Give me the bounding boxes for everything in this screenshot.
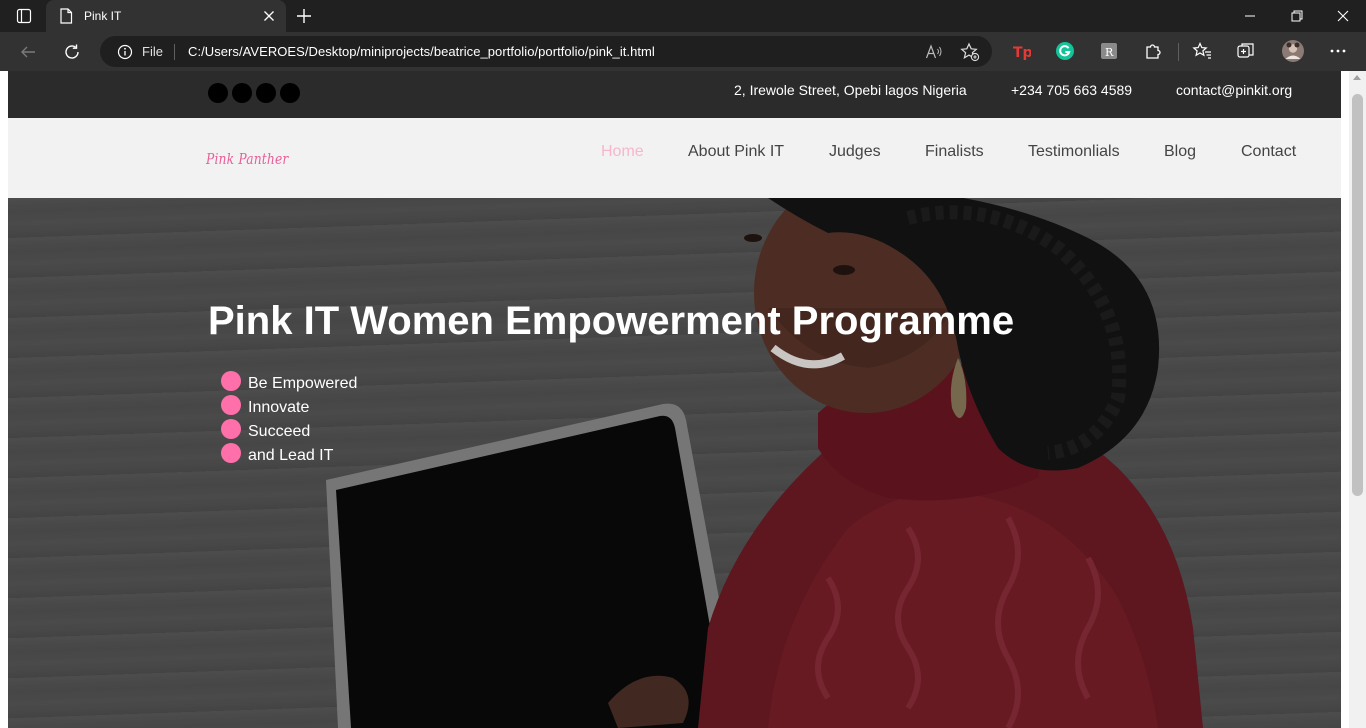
pink-bullet-icon (221, 443, 241, 463)
new-tab-icon[interactable] (294, 6, 314, 31)
extensions-icon[interactable] (1143, 41, 1163, 61)
pink-bullet-icon (221, 395, 241, 415)
social-links (208, 83, 300, 103)
scrollbar-thumb[interactable] (1352, 94, 1363, 496)
nav-item-finalists[interactable]: Finalists (925, 143, 984, 161)
nav-item-contact[interactable]: Contact (1241, 143, 1296, 161)
contact-phone[interactable]: +234 705 663 4589 (1011, 82, 1132, 98)
nav-item-blog[interactable]: Blog (1164, 143, 1196, 161)
nav-item-testimonials[interactable]: Testimonlials (1028, 143, 1120, 161)
nav-item-about[interactable]: About Pink IT (688, 143, 784, 161)
address-url[interactable]: C:/Users/AVEROES/Desktop/miniprojects/be… (188, 44, 655, 59)
social-icon[interactable] (256, 83, 276, 103)
refresh-icon[interactable] (60, 40, 84, 64)
vertical-scrollbar[interactable] (1349, 71, 1366, 728)
nav-item-home[interactable]: Home (601, 143, 644, 161)
page-margin-left (0, 71, 8, 728)
svg-text:R: R (1105, 46, 1114, 59)
address-divider (174, 44, 175, 60)
tab-actions-icon[interactable] (10, 6, 38, 26)
hero-title: Pink IT Women Empowerment Programme (208, 299, 1015, 343)
social-icon[interactable] (280, 83, 300, 103)
favorites-icon[interactable] (1192, 41, 1212, 61)
read-aloud-icon[interactable] (924, 42, 944, 62)
hero-bullet-text: Innovate (248, 399, 310, 416)
profile-avatar[interactable] (1281, 39, 1305, 63)
page-viewport: 2, Irewole Street, Opebi lagos Nigeria +… (8, 71, 1341, 728)
browser-tab[interactable]: Pink IT (46, 0, 286, 32)
hero-bullet-text: Succeed (248, 423, 311, 440)
reader-extension-icon[interactable]: R (1099, 41, 1119, 61)
contact-address: 2, Irewole Street, Opebi lagos Nigeria (734, 82, 967, 98)
contact-email[interactable]: contact@pinkit.org (1176, 82, 1292, 98)
close-window-icon[interactable] (1328, 6, 1358, 26)
contact-topbar: 2, Irewole Street, Opebi lagos Nigeria +… (8, 71, 1341, 118)
site-logo[interactable]: Pink Panther (206, 150, 288, 168)
browser-toolbar: File C:/Users/AVEROES/Desktop/miniprojec… (0, 32, 1366, 71)
social-icon[interactable] (208, 83, 228, 103)
svg-text:Tp: Tp (1013, 45, 1031, 61)
address-bar[interactable]: File C:/Users/AVEROES/Desktop/miniprojec… (100, 36, 992, 67)
collections-icon[interactable] (1236, 41, 1256, 61)
hero-bullet-text: and Lead IT (248, 447, 334, 464)
main-navbar: Pink Panther Home About Pink IT Judges F… (8, 118, 1341, 198)
back-icon[interactable] (16, 40, 40, 64)
page-icon (59, 8, 73, 29)
browser-tab-bar: Pink IT (0, 0, 1366, 32)
hero-overlay (8, 198, 1341, 728)
close-tab-icon[interactable] (262, 8, 276, 29)
favorite-add-icon[interactable] (960, 42, 980, 62)
scroll-up-icon[interactable] (1353, 75, 1361, 80)
minimize-icon[interactable] (1235, 6, 1265, 26)
tab-title: Pink IT (84, 9, 122, 23)
tp-extension-icon[interactable]: Tp (1011, 41, 1031, 61)
pink-bullet-icon (221, 419, 241, 439)
hero-bullet-text: Be Empowered (248, 375, 358, 392)
info-icon[interactable] (117, 44, 133, 65)
restore-icon[interactable] (1282, 6, 1312, 26)
address-scheme: File (142, 44, 163, 59)
hero-section: Pink IT Women Empowerment Programme Be E… (8, 198, 1341, 728)
grammarly-icon[interactable] (1055, 41, 1075, 61)
page-margin-right (1341, 71, 1349, 728)
nav-item-judges[interactable]: Judges (829, 143, 881, 161)
pink-bullet-icon (221, 371, 241, 391)
toolbar-divider (1178, 43, 1179, 61)
more-options-icon[interactable] (1328, 41, 1348, 61)
social-icon[interactable] (232, 83, 252, 103)
